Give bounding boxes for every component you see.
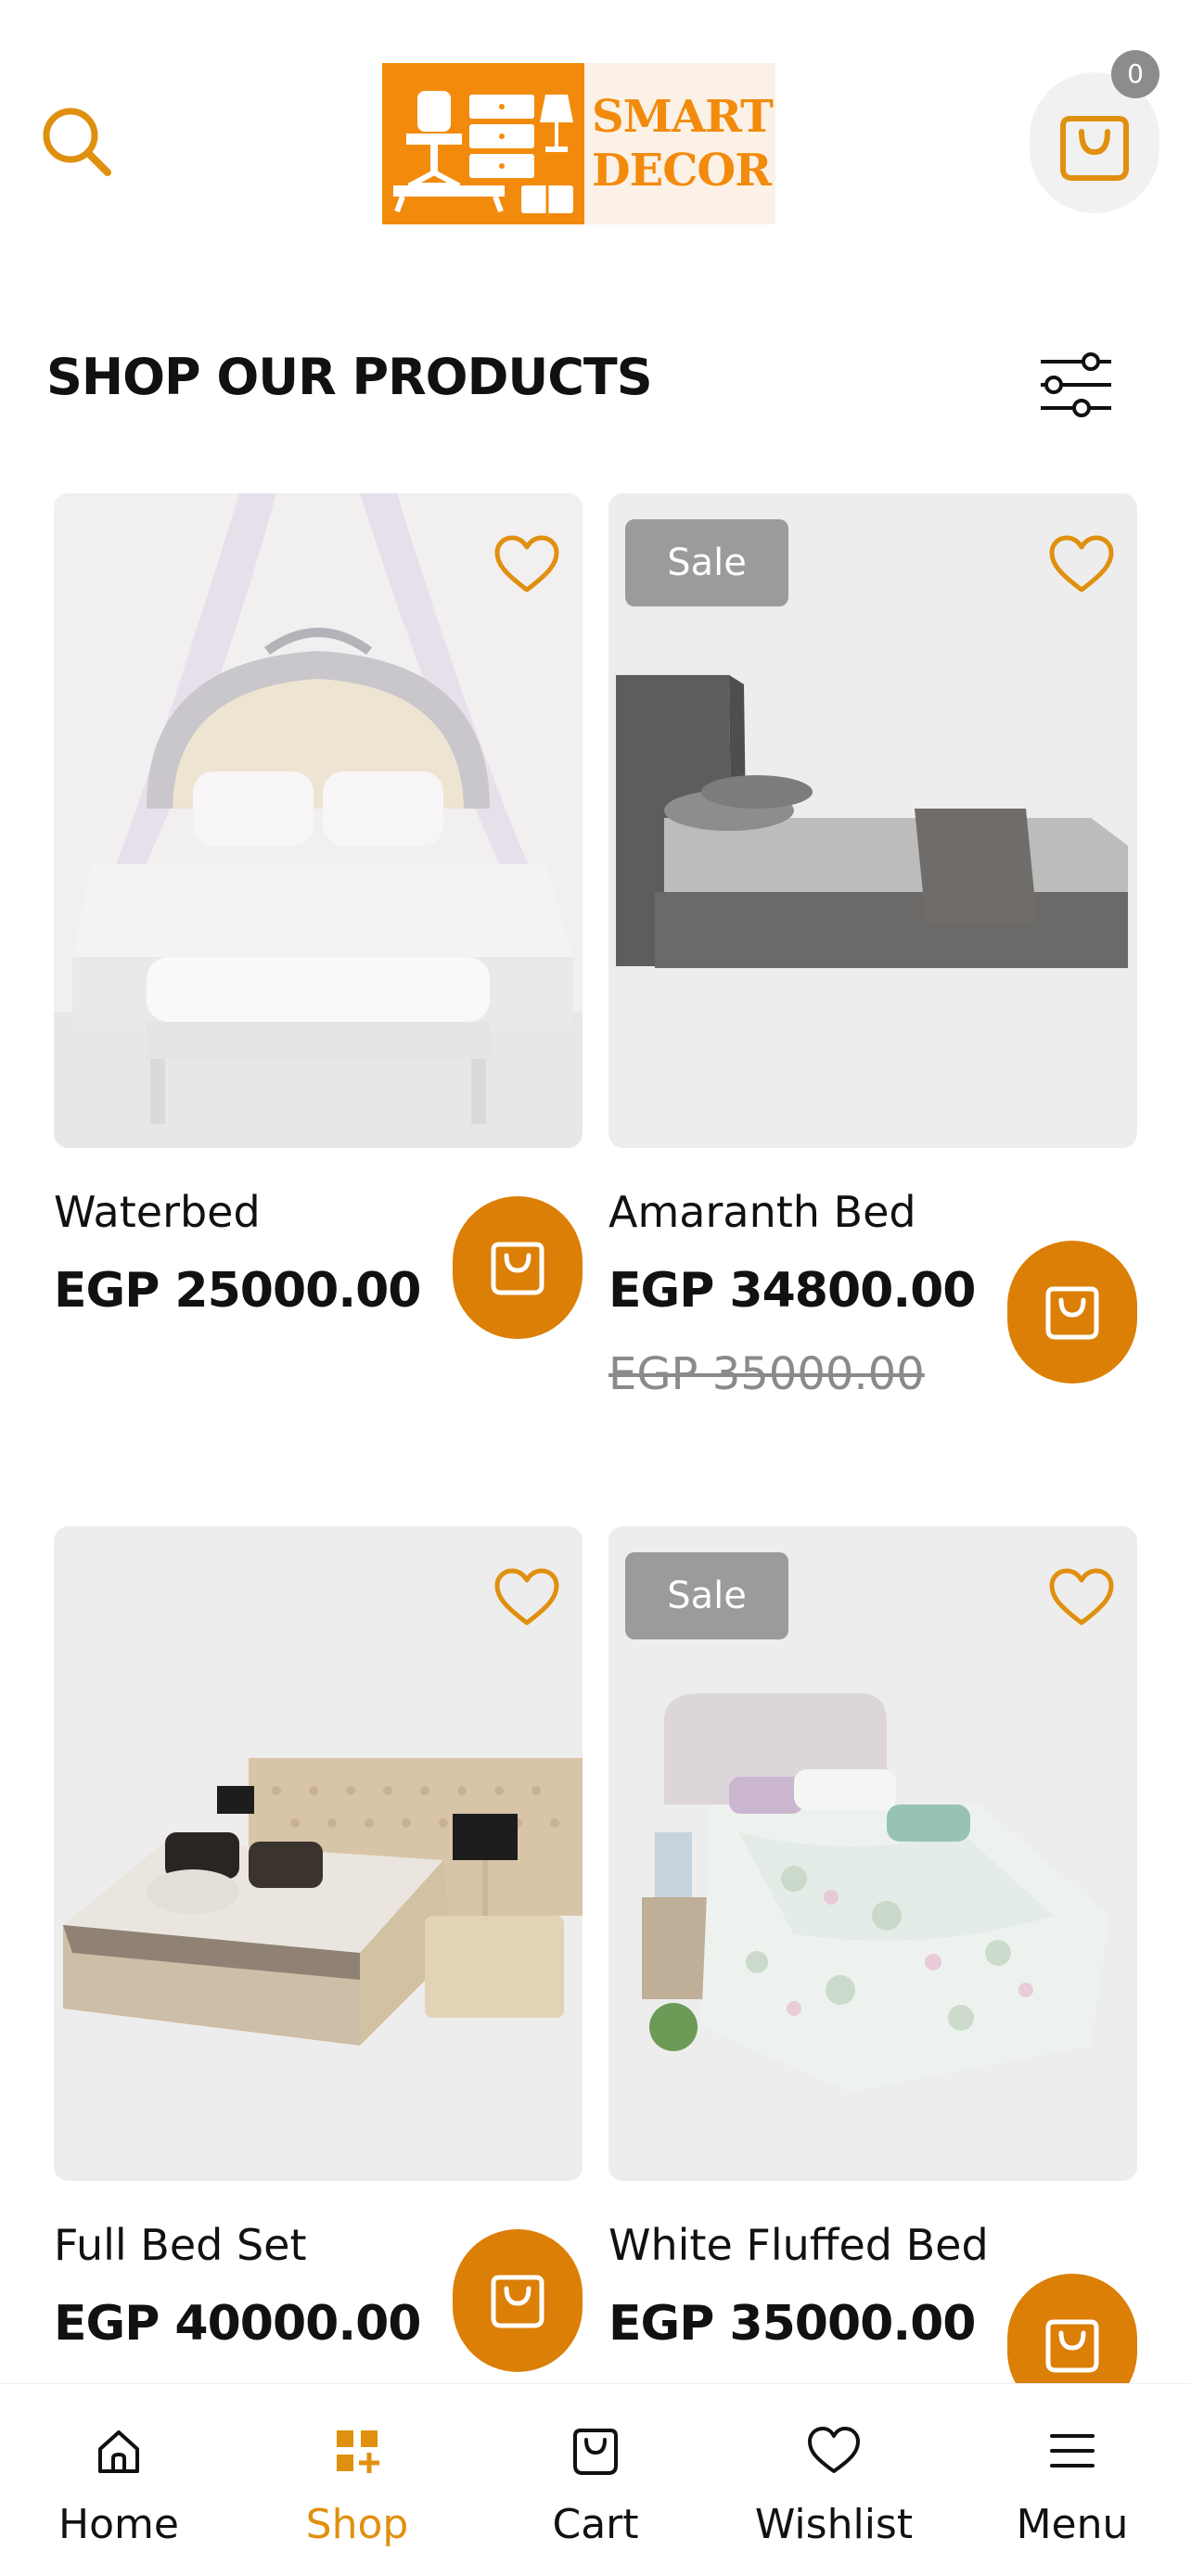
bottom-navigation: Home Shop Cart Wishlist Menu: [0, 2383, 1191, 2576]
heart-icon: [1049, 1568, 1114, 1626]
header: SMART DECOR 0: [0, 0, 1191, 306]
bag-icon: [1045, 1286, 1099, 1340]
shop-page: SMART DECOR 0 SHOP OUR PRODUCTS Waterbed…: [0, 0, 1191, 2576]
wishlist-button[interactable]: [492, 532, 562, 597]
bag-icon: [491, 2275, 544, 2328]
wishlist-button[interactable]: [1046, 532, 1117, 597]
nav-cart-label: Cart: [552, 2501, 639, 2548]
heart-icon: [1049, 535, 1114, 593]
product-image[interactable]: [54, 1526, 583, 2181]
add-to-cart-button[interactable]: [1007, 1241, 1137, 1384]
product-old-price: EGP 35000.00: [608, 1348, 925, 1400]
product-name[interactable]: Full Bed Set: [54, 2220, 307, 2270]
sale-badge: Sale: [625, 519, 788, 606]
wishlist-button[interactable]: [492, 1565, 562, 1630]
nav-home-label: Home: [58, 2501, 179, 2548]
nav-menu-label: Menu: [1016, 2501, 1129, 2548]
logo-line-1: SMART: [592, 91, 774, 143]
logo-line-2: DECOR: [592, 145, 772, 197]
logo-text: SMART DECOR: [584, 63, 775, 224]
product-price: EGP 25000.00: [54, 1263, 421, 1319]
heart-icon: [494, 535, 559, 593]
filter-button[interactable]: [1037, 351, 1115, 419]
nav-wishlist-label: Wishlist: [754, 2501, 914, 2548]
cart-count-badge: 0: [1111, 50, 1159, 98]
wishlist-button[interactable]: [1046, 1565, 1117, 1630]
smart-decor-logo[interactable]: SMART DECOR: [382, 63, 775, 224]
furniture-logo-icon: [382, 63, 584, 224]
product-card[interactable]: Sale Amaranth Bed EGP 34800.00 EGP 35000…: [608, 493, 1137, 1400]
nav-shop-label: Shop: [305, 2501, 409, 2548]
nav-home[interactable]: Home: [26, 2384, 211, 2576]
heart-icon: [494, 1568, 559, 1626]
section-title: SHOP OUR PRODUCTS: [46, 348, 653, 406]
product-name[interactable]: White Fluffed Bed: [608, 2220, 989, 2270]
grid-plus-icon: [337, 2430, 379, 2473]
add-to-cart-button[interactable]: [453, 2229, 583, 2372]
heart-icon: [808, 2427, 860, 2473]
search-icon: [43, 108, 111, 176]
product-image[interactable]: Sale: [608, 1526, 1137, 2181]
add-to-cart-button[interactable]: [453, 1196, 583, 1339]
sale-badge: Sale: [625, 1552, 788, 1639]
product-name[interactable]: Waterbed: [54, 1187, 261, 1237]
product-price: EGP 35000.00: [608, 2296, 976, 2352]
product-image[interactable]: [54, 493, 583, 1148]
nav-shop[interactable]: Shop: [264, 2384, 450, 2576]
nav-wishlist[interactable]: Wishlist: [741, 2384, 927, 2576]
product-price: EGP 34800.00: [608, 1263, 976, 1319]
menu-icon: [1050, 2434, 1095, 2468]
product-card[interactable]: Full Bed Set EGP 40000.00: [54, 1526, 583, 2372]
product-image[interactable]: Sale: [608, 493, 1137, 1148]
bag-icon: [573, 2429, 618, 2475]
product-name[interactable]: Amaranth Bed: [608, 1187, 916, 1237]
bag-icon: [491, 1242, 544, 1295]
home-icon: [98, 2430, 139, 2473]
product-card[interactable]: Waterbed EGP 25000.00: [54, 493, 583, 1339]
search-button[interactable]: [35, 100, 119, 184]
nav-cart[interactable]: Cart: [503, 2384, 688, 2576]
product-card[interactable]: Sale White Fluffed Bed EGP 35000.00: [608, 1526, 1137, 2417]
filter-icon: [1041, 352, 1111, 417]
nav-menu[interactable]: Menu: [980, 2384, 1165, 2576]
product-price: EGP 40000.00: [54, 2296, 421, 2352]
bag-icon: [1045, 2319, 1099, 2373]
